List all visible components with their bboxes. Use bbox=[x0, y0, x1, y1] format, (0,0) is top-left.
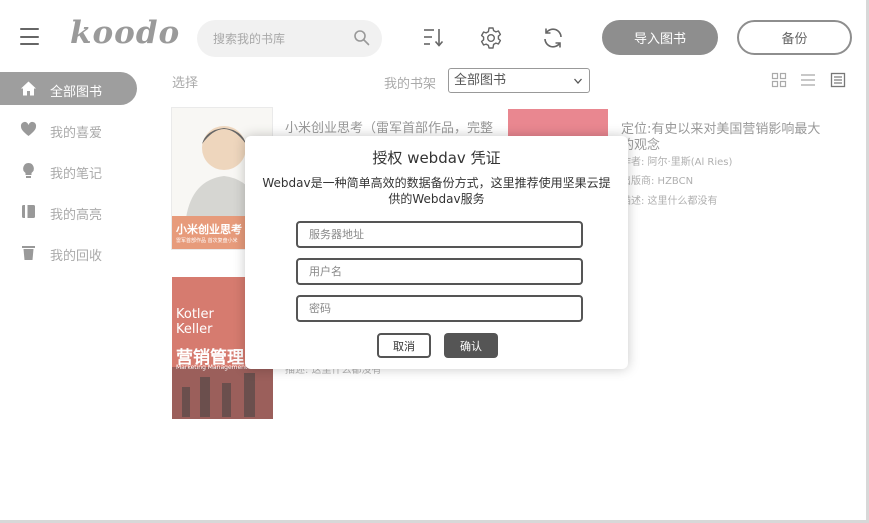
search-icon[interactable] bbox=[353, 29, 370, 46]
sidebar-item-highlights[interactable]: 我的高亮 bbox=[0, 195, 137, 228]
shelf-select[interactable]: 全部图书 bbox=[448, 68, 590, 93]
import-books-button[interactable]: 导入图书 bbox=[602, 20, 718, 55]
book-cover-subtitle: 雷军首部作品 首次复盘小米 bbox=[176, 238, 238, 244]
sidebar-item-label: 我的回收 bbox=[50, 249, 103, 264]
sidebar-item-notes[interactable]: 我的笔记 bbox=[0, 154, 137, 187]
book-title: 定位:有史以来对美国营销影响最大的观念 bbox=[621, 122, 821, 153]
sync-icon[interactable] bbox=[541, 26, 565, 50]
book-publisher: 出版商: HZBCN bbox=[621, 176, 694, 187]
app-logo: koodo bbox=[70, 15, 181, 51]
sidebar-item-all-books[interactable]: 全部图书 bbox=[0, 72, 137, 105]
book-cover-title: 小米创业思考 bbox=[176, 223, 242, 236]
home-icon bbox=[21, 81, 36, 96]
confirm-button[interactable]: 确认 bbox=[444, 333, 498, 358]
sort-icon[interactable] bbox=[421, 26, 445, 50]
sidebar-item-label: 我的高亮 bbox=[50, 208, 103, 223]
backup-button[interactable]: 备份 bbox=[737, 20, 852, 55]
book-description: 描述: 这里什么都没有 bbox=[621, 196, 718, 207]
cover-view-icon[interactable] bbox=[830, 72, 846, 88]
username-field[interactable] bbox=[296, 258, 583, 285]
shelf-label: 我的书架 bbox=[384, 77, 437, 92]
search-input[interactable] bbox=[213, 29, 353, 48]
dialog-title: 授权 webdav 凭证 bbox=[372, 149, 501, 167]
menu-icon[interactable] bbox=[20, 28, 39, 45]
sidebar-item-label: 全部图书 bbox=[50, 85, 103, 100]
trash-icon bbox=[22, 246, 35, 260]
heart-icon bbox=[20, 121, 37, 136]
sidebar-item-favorites[interactable]: 我的喜爱 bbox=[0, 113, 137, 146]
sidebar-item-trash[interactable]: 我的回收 bbox=[0, 236, 137, 269]
book-cover-subtitle: Marketing Management bbox=[176, 364, 248, 371]
dialog-description: Webdav是一种简单高效的数据备份方式，这里推荐使用坚果云提供的Webdav服… bbox=[262, 176, 611, 206]
cancel-button[interactable]: 取消 bbox=[377, 333, 431, 358]
server-address-field[interactable] bbox=[296, 221, 583, 248]
book-cover-authors: Kotler Keller bbox=[176, 307, 214, 337]
book-author: 作者: 阿尔·里斯(Al Ries) bbox=[621, 157, 733, 168]
sidebar-item-label: 我的笔记 bbox=[50, 167, 103, 182]
bulb-icon bbox=[23, 163, 34, 178]
grid-view-icon[interactable] bbox=[771, 72, 787, 88]
settings-icon[interactable] bbox=[479, 26, 503, 50]
webdav-dialog: 授权 webdav 凭证 Webdav是一种简单高效的数据备份方式，这里推荐使用… bbox=[245, 136, 628, 369]
book-title: 小米创业思考（雷军首部作品，完整 bbox=[285, 121, 494, 136]
highlight-icon bbox=[22, 205, 35, 218]
chevron-down-icon bbox=[574, 78, 582, 84]
select-toggle[interactable]: 选择 bbox=[172, 72, 198, 91]
list-view-icon[interactable] bbox=[800, 72, 816, 88]
shelf-select-value: 全部图书 bbox=[454, 73, 507, 88]
password-field[interactable] bbox=[296, 295, 583, 322]
sidebar-item-label: 我的喜爱 bbox=[50, 126, 103, 141]
